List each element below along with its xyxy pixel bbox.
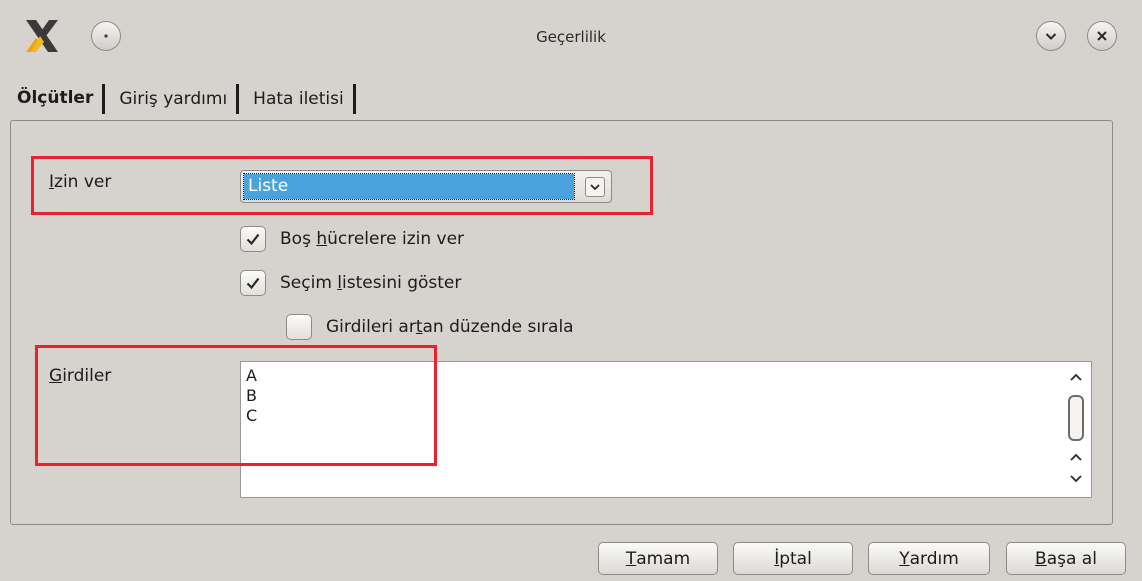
tab-error-alert[interactable]: Hata iletisi — [244, 84, 356, 114]
window-title: Geçerlilik — [536, 28, 606, 46]
scroll-thumb[interactable] — [1068, 395, 1084, 441]
reset-button[interactable]: Başa al — [1006, 542, 1126, 575]
show-selection-list-checkbox[interactable] — [240, 270, 266, 296]
close-icon[interactable] — [1087, 21, 1117, 51]
entries-highlight-box — [35, 345, 437, 466]
title-bar: Geçerlilik — [0, 0, 1142, 70]
sort-ascending-checkbox[interactable] — [286, 314, 312, 340]
scroll-page-up-icon[interactable] — [1068, 450, 1084, 464]
tab-input-help[interactable]: Giriş yardımı — [110, 84, 240, 114]
show-selection-list-label: Seçim listesini göster — [280, 273, 462, 293]
show-selection-list-checkbox-row[interactable]: Seçim listesini göster — [240, 270, 461, 296]
tab-bar: Ölçütler Giriş yardımı Hata iletisi — [17, 84, 361, 120]
chevron-down-icon[interactable] — [1036, 21, 1066, 51]
allow-empty-cells-checkbox-row[interactable]: Boş hücrelere izin ver — [240, 226, 464, 252]
allow-empty-cells-label: Boş hücrelere izin ver — [280, 229, 465, 249]
tab-criteria[interactable]: Ölçütler — [17, 84, 106, 114]
cancel-button[interactable]: İptal — [733, 542, 853, 575]
scroll-up-icon[interactable] — [1068, 370, 1084, 384]
sort-ascending-checkbox-row[interactable]: Girdileri artan düzende sırala — [286, 314, 574, 340]
allow-highlight-box — [31, 156, 653, 215]
vertical-scrollbar[interactable] — [1061, 362, 1091, 497]
ok-button[interactable]: Tamam — [598, 542, 718, 575]
help-button[interactable]: Yardım — [868, 542, 990, 575]
scroll-down-icon[interactable] — [1068, 472, 1084, 486]
sort-ascending-label: Girdileri artan düzende sırala — [326, 317, 574, 337]
allow-empty-cells-checkbox[interactable] — [240, 226, 266, 252]
